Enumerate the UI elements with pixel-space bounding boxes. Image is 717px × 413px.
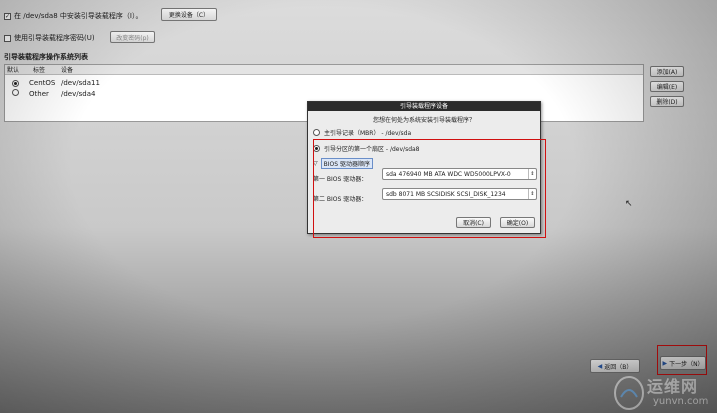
annotation-highlight-box: [313, 139, 546, 238]
default-radio[interactable]: [12, 89, 19, 96]
list-header: 默认 标签 设备: [5, 65, 643, 75]
dialog-prompt: 您想在何处为系统安装引导装载程序？: [372, 117, 475, 124]
list-item-label: Other: [29, 89, 49, 98]
bootloader-list-title: 引导装载程序操作系统列表: [4, 53, 88, 61]
column-device[interactable]: 设备: [61, 65, 73, 74]
back-arrow-icon: ◀: [597, 362, 603, 370]
mbr-radio[interactable]: [313, 129, 320, 136]
use-password-checkbox[interactable]: [4, 34, 11, 42]
list-item-label: CentOS: [29, 78, 56, 87]
option-mbr-label: 主引导记录（MBR） - /dev/sda: [324, 130, 412, 137]
delete-button[interactable]: 删除(D): [650, 96, 684, 107]
list-item[interactable]: Other /dev/sda4: [5, 88, 643, 99]
column-label[interactable]: 标签: [33, 65, 61, 74]
watermark-brand: 运维网: [647, 377, 699, 396]
list-item-device: /dev/sda11: [61, 78, 100, 87]
watermark-domain: yunvn.com: [653, 396, 709, 407]
dialog-title: 引导装载程序设备: [308, 102, 540, 111]
use-password-row: 使用引导装载程序密码(U): [4, 33, 95, 43]
option-mbr[interactable]: 主引导记录（MBR） - /dev/sda: [313, 128, 411, 137]
add-button[interactable]: 添加(A): [650, 66, 684, 77]
list-item-device: /dev/sda4: [61, 89, 96, 98]
installer-screen: ✓ 在 /dev/sda8 中安装引导装载程序（I）。 更换设备（C） 使用引导…: [0, 0, 717, 413]
install-bootloader-label: 在 /dev/sda8 中安装引导装载程序（I）。: [14, 12, 143, 20]
site-watermark: 运维网 yunvn.com: [607, 363, 717, 413]
column-default[interactable]: 默认: [5, 65, 33, 74]
use-password-label: 使用引导装载程序密码(U): [14, 34, 95, 42]
mouse-pointer-icon: ↖: [625, 199, 633, 209]
change-device-button[interactable]: 更换设备（C）: [161, 8, 217, 21]
change-password-button[interactable]: 改变密码(p): [110, 31, 155, 43]
edit-button[interactable]: 编辑(E): [650, 81, 684, 92]
install-bootloader-row: ✓ 在 /dev/sda8 中安装引导装载程序（I）。: [4, 11, 142, 21]
list-item[interactable]: CentOS /dev/sda11: [5, 77, 643, 88]
default-radio-selected[interactable]: [12, 79, 19, 87]
install-bootloader-checkbox[interactable]: ✓: [4, 12, 11, 20]
